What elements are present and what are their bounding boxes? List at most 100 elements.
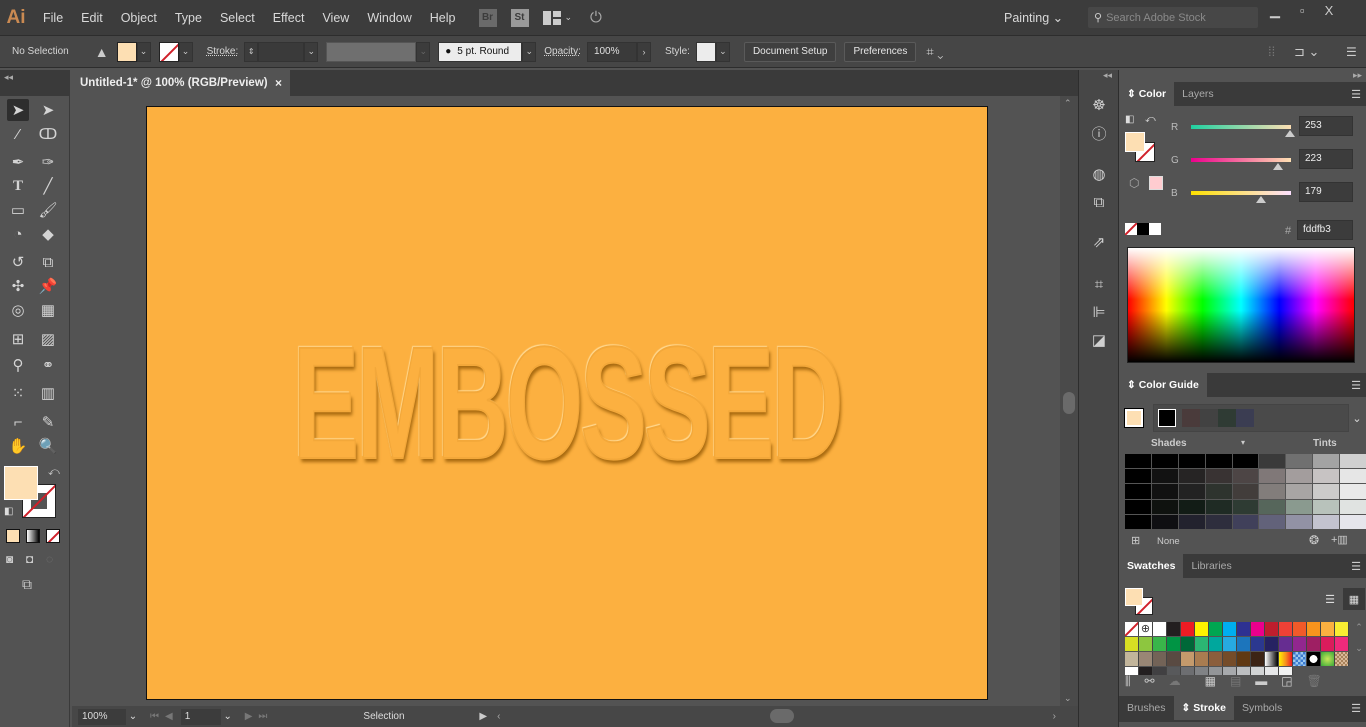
pen-tool-icon[interactable]: ✒: [7, 151, 29, 173]
color-guide-swatch[interactable]: [1313, 454, 1340, 469]
zoom-level-input[interactable]: 100%: [78, 708, 126, 725]
gradient-tool-icon[interactable]: ▨: [37, 328, 59, 350]
color-guide-swatch[interactable]: [1259, 514, 1286, 529]
color-guide-swatch[interactable]: [1125, 484, 1151, 499]
color-guide-swatch[interactable]: [1205, 454, 1232, 469]
color-guide-swatch[interactable]: [1259, 454, 1286, 469]
list-view-button[interactable]: ☰: [1319, 588, 1341, 610]
shaper-tool-icon[interactable]: ◔: [7, 223, 29, 245]
close-tab-icon[interactable]: ×: [275, 76, 282, 90]
swatch[interactable]: [1153, 637, 1167, 651]
vertical-scroll-thumb[interactable]: [1063, 392, 1075, 414]
draw-normal-icon[interactable]: ◙: [6, 552, 13, 566]
pathfinder-icon[interactable]: ◪: [1089, 330, 1109, 350]
black-color-button[interactable]: [1137, 223, 1149, 235]
curvature-tool-icon[interactable]: ✑: [37, 151, 59, 173]
hex-input[interactable]: fddfb3: [1297, 220, 1353, 240]
zoom-dropdown[interactable]: ⌄: [126, 711, 140, 722]
r-slider-thumb[interactable]: [1285, 130, 1295, 137]
color-guide-swatch[interactable]: [1205, 499, 1232, 514]
swatch[interactable]: [1153, 652, 1167, 666]
g-slider-thumb[interactable]: [1273, 163, 1283, 170]
web-safe-color-swatch[interactable]: [1149, 176, 1163, 190]
harmony-swatch[interactable]: [1158, 409, 1176, 427]
swatch[interactable]: [1335, 637, 1349, 651]
tab-symbols[interactable]: Symbols: [1234, 696, 1290, 720]
eraser-tool-icon[interactable]: ◆: [37, 223, 59, 245]
none-mode-button[interactable]: [46, 529, 60, 543]
swatch[interactable]: [1279, 622, 1293, 636]
swatch[interactable]: [1321, 652, 1335, 666]
swatch[interactable]: [1139, 637, 1153, 651]
swatch[interactable]: [1181, 637, 1195, 651]
default-fill-stroke-icon[interactable]: ◧: [1125, 114, 1134, 125]
swatches-menu-icon[interactable]: ☰: [1351, 560, 1361, 573]
select-similar-icon[interactable]: ⌗ ⌄: [926, 44, 943, 60]
menu-help[interactable]: Help: [421, 11, 465, 25]
color-guide-menu-icon[interactable]: ☰: [1351, 379, 1361, 392]
opacity-label[interactable]: Opacity:: [544, 46, 581, 57]
artboard[interactable]: EMBOSSED: [146, 106, 988, 700]
hand-tool-icon[interactable]: ✋: [7, 435, 29, 457]
last-artboard-button[interactable]: ⏭: [258, 711, 267, 722]
color-guide-swatch[interactable]: [1151, 514, 1178, 529]
swatch[interactable]: [1195, 622, 1209, 636]
stroke-weight-input[interactable]: [258, 41, 305, 62]
new-swatch-icon[interactable]: ◲: [1281, 674, 1292, 689]
first-artboard-button[interactable]: ⏮: [150, 711, 159, 722]
swatch[interactable]: [1237, 652, 1251, 666]
transparency-icon[interactable]: ⧉: [1089, 192, 1109, 212]
swatch[interactable]: [1237, 622, 1251, 636]
save-color-group-icon[interactable]: +▥: [1331, 533, 1348, 546]
swatch[interactable]: [1139, 652, 1153, 666]
color-spectrum[interactable]: [1127, 247, 1355, 363]
color-guide-swatch[interactable]: [1205, 484, 1232, 499]
swatch[interactable]: [1293, 652, 1307, 666]
color-guide-swatch[interactable]: [1232, 454, 1259, 469]
swatch[interactable]: [1209, 622, 1223, 636]
shades-tints-dropdown-icon[interactable]: ▾: [1241, 438, 1245, 447]
swatches-fill[interactable]: [1125, 588, 1143, 606]
cloud-icon[interactable]: ☁: [1169, 674, 1181, 689]
color-guide-swatch[interactable]: [1232, 514, 1259, 529]
dock-collapse-icon[interactable]: ◂◂: [1103, 70, 1112, 81]
swatch[interactable]: [1251, 622, 1265, 636]
color-guide-swatch[interactable]: [1286, 484, 1313, 499]
status-menu-arrow[interactable]: ▶: [479, 711, 487, 722]
blend-tool-icon[interactable]: ⚭: [37, 354, 59, 376]
align-icon[interactable]: ⊫: [1089, 302, 1109, 322]
restore-button[interactable]: ▫: [1300, 3, 1305, 19]
document-tab[interactable]: Untitled-1* @ 100% (RGB/Preview) ×: [72, 70, 290, 96]
color-mode-button[interactable]: [6, 529, 20, 543]
color-guide-swatch[interactable]: [1178, 499, 1205, 514]
appearance-icon[interactable]: ◍: [1089, 164, 1109, 184]
swatch[interactable]: [1293, 637, 1307, 651]
menu-file[interactable]: File: [34, 11, 72, 25]
color-guide-swatch[interactable]: [1125, 454, 1151, 469]
minimize-button[interactable]: ▁: [1270, 3, 1280, 19]
tab-brushes[interactable]: Brushes: [1119, 696, 1174, 720]
color-guide-swatch[interactable]: [1313, 514, 1340, 529]
color-guide-swatch[interactable]: [1340, 484, 1366, 499]
swatch[interactable]: [1335, 622, 1349, 636]
delete-swatch-icon[interactable]: 🗑: [1307, 674, 1322, 689]
harmony-swatch[interactable]: [1236, 409, 1254, 427]
eyedropper-tool-icon[interactable]: ⚲: [7, 354, 29, 376]
arrange-documents-icon[interactable]: ⌄: [542, 10, 572, 25]
none-color-button[interactable]: [1125, 223, 1137, 235]
color-guide-swatch[interactable]: [1286, 454, 1313, 469]
free-transform-tool-icon[interactable]: 📌: [37, 275, 59, 297]
distribute-icon[interactable]: ⊐ ⌄: [1294, 44, 1319, 60]
b-value-input[interactable]: 179: [1299, 182, 1353, 202]
type-tool-icon[interactable]: T: [7, 175, 29, 197]
swatch[interactable]: [1125, 637, 1139, 651]
opacity-input[interactable]: 100%: [586, 41, 637, 62]
variable-width-profile[interactable]: [326, 41, 417, 62]
color-guide-swatch[interactable]: [1178, 454, 1205, 469]
swatch[interactable]: [1167, 652, 1181, 666]
none-swatch[interactable]: [1125, 622, 1139, 636]
color-guide-swatch[interactable]: [1340, 454, 1366, 469]
next-artboard-button[interactable]: ▶: [245, 711, 253, 722]
preferences-button[interactable]: Preferences: [844, 41, 917, 62]
swatch[interactable]: [1153, 622, 1167, 636]
